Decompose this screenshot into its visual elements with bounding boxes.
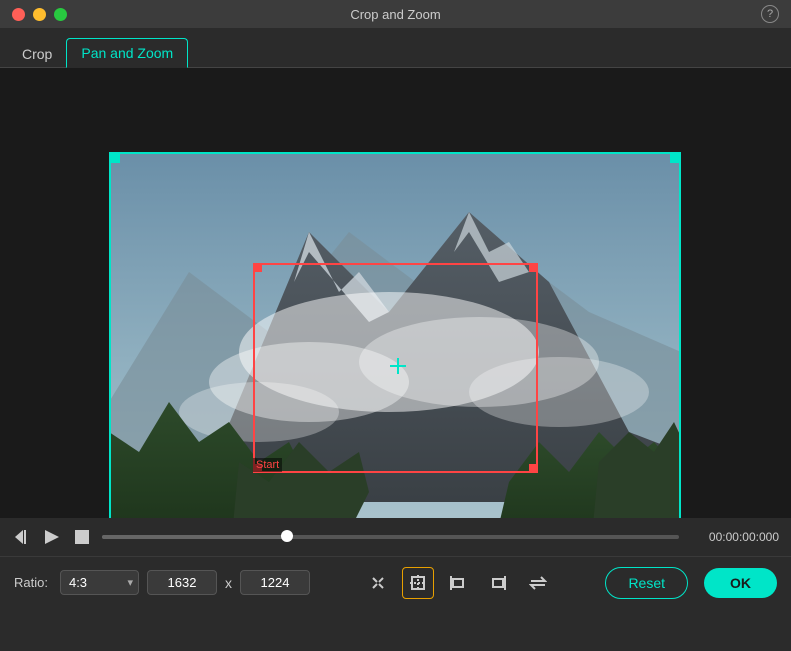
ok-button[interactable]: OK xyxy=(704,568,777,598)
time-display: 00:00:00:000 xyxy=(689,530,779,544)
playback-bar: 00:00:00:000 xyxy=(0,518,791,556)
height-input[interactable] xyxy=(240,570,310,595)
crosshair xyxy=(390,358,406,374)
controls-bar: Ratio: 4:3 16:9 1:1 9:16 Custom x xyxy=(0,556,791,608)
window-title: Crop and Zoom xyxy=(350,7,440,22)
help-button[interactable]: ? xyxy=(761,5,779,23)
stop-button[interactable] xyxy=(72,527,92,547)
align-right-icon-button[interactable] xyxy=(482,567,514,599)
reset-button[interactable]: Reset xyxy=(605,567,688,599)
tab-crop[interactable]: Crop xyxy=(8,40,66,68)
timeline-progress xyxy=(102,535,287,539)
width-input[interactable] xyxy=(147,570,217,595)
timeline-track[interactable] xyxy=(102,535,679,539)
ratio-label: Ratio: xyxy=(14,575,48,590)
step-back-button[interactable] xyxy=(12,527,32,547)
align-left-icon-button[interactable] xyxy=(442,567,474,599)
fit-icon-button[interactable] xyxy=(362,567,394,599)
maximize-button[interactable] xyxy=(54,8,67,21)
start-label: Start xyxy=(253,458,282,472)
dim-separator: x xyxy=(225,575,232,591)
window-controls xyxy=(12,8,67,21)
minimize-button[interactable] xyxy=(33,8,46,21)
crop-icon-button[interactable] xyxy=(402,567,434,599)
tabs-bar: Crop Pan and Zoom xyxy=(0,28,791,68)
tab-pan-zoom[interactable]: Pan and Zoom xyxy=(66,38,188,68)
play-button[interactable] xyxy=(42,527,62,547)
titlebar: Crop and Zoom ? xyxy=(0,0,791,28)
ratio-select[interactable]: 4:3 16:9 1:1 9:16 Custom xyxy=(60,570,139,595)
swap-icon-button[interactable] xyxy=(522,567,554,599)
video-area: Start End xyxy=(0,68,791,518)
video-frame xyxy=(109,152,681,518)
timeline-thumb[interactable] xyxy=(281,530,293,542)
ratio-wrapper: 4:3 16:9 1:1 9:16 Custom xyxy=(60,570,139,595)
close-button[interactable] xyxy=(12,8,25,21)
